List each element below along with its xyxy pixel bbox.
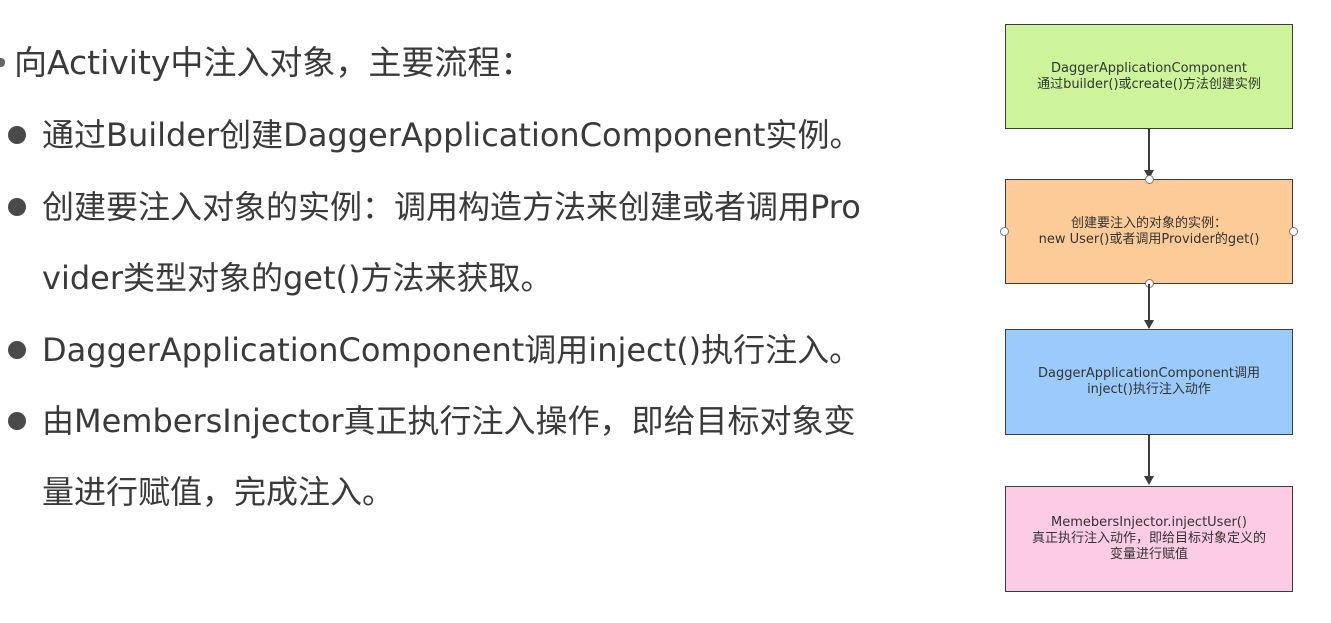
- connection-port: [1145, 175, 1154, 184]
- heading-bullet-marker: [0, 58, 5, 67]
- flow-box-create-component: DaggerApplicationComponent 通过builder()或c…: [1005, 24, 1293, 129]
- slide-heading: 向Activity中注入对象，主要流程：: [14, 43, 534, 82]
- bullet-text-line: 量进行赋值，完成注入。: [42, 473, 395, 511]
- flow-box-text-line: MemebersInjector.injectUser(): [1051, 515, 1247, 530]
- bullet-text-line: vider类型对象的get()方法来获取。: [42, 259, 553, 297]
- flow-box-create-instance: 创建要注入的对象的实例： new User()或者调用Provider的get(…: [1005, 179, 1293, 284]
- flow-box-text-line: 创建要注入的对象的实例：: [1070, 215, 1227, 231]
- flow-arrowhead: [1144, 320, 1154, 329]
- flow-box-text-line: 真正执行注入动作，即给目标对象定义的: [1031, 531, 1266, 546]
- slide-text-area: 向Activity中注入对象，主要流程： 通过Builder创建DaggerAp…: [0, 0, 960, 623]
- flow-box-text-line: 通过builder()或create()方法创建实例: [1037, 76, 1261, 92]
- flow-box-text-line: DaggerApplicationComponent调用: [1038, 366, 1260, 381]
- flow-arrowhead: [1144, 476, 1154, 485]
- flow-box-text-line: 变量进行赋值: [1109, 547, 1188, 562]
- flow-connector: [1148, 284, 1150, 320]
- bullet-text-line: 创建要注入对象的实例：调用构造方法来创建或者调用Pro: [42, 188, 861, 226]
- flow-box-call-inject: DaggerApplicationComponent调用 inject()执行注…: [1005, 329, 1293, 435]
- bullet-text-line: 由MembersInjector真正执行注入操作，即给目标对象变: [42, 402, 856, 440]
- bullet-text-line: DaggerApplicationComponent调用inject()执行注入…: [42, 331, 862, 369]
- flow-box-text-line: DaggerApplicationComponent: [1051, 60, 1247, 76]
- connection-port: [1145, 279, 1154, 288]
- bullet-dot: [8, 412, 26, 430]
- flow-connector: [1148, 129, 1150, 171]
- flowchart: DaggerApplicationComponent 通过builder()或c…: [990, 10, 1310, 610]
- flow-box-text-line: inject()执行注入动作: [1087, 382, 1211, 397]
- connection-port: [1000, 227, 1009, 236]
- flow-connector: [1148, 435, 1150, 477]
- bullet-text-line: 通过Builder创建DaggerApplicationComponent实例。: [42, 116, 862, 154]
- bullet-dot: [8, 198, 26, 216]
- flow-box-members-injector: MemebersInjector.injectUser() 真正执行注入动作，即…: [1005, 486, 1293, 592]
- bullet-dot: [8, 341, 26, 359]
- connection-port: [1289, 227, 1298, 236]
- bullet-dot: [8, 126, 26, 144]
- flow-box-text-line: new User()或者调用Provider的get(): [1038, 231, 1260, 247]
